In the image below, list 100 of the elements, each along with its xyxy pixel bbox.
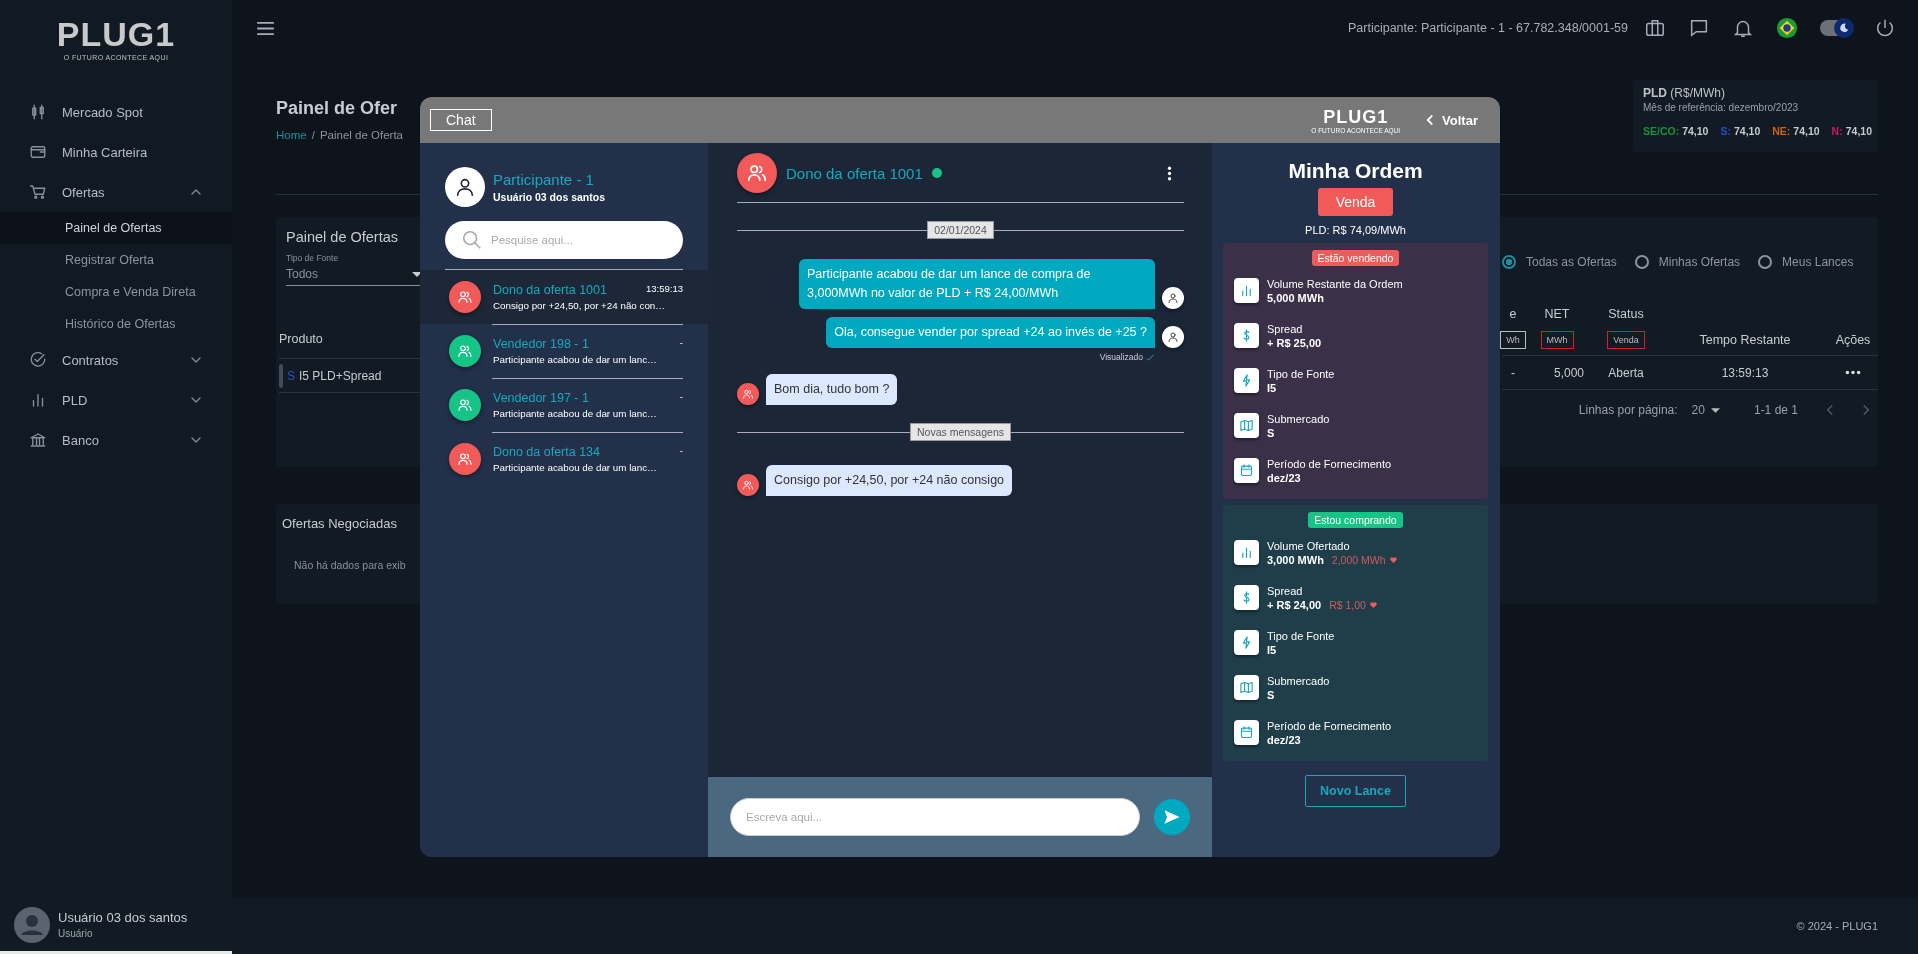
user-role: Usuário [58, 928, 94, 939]
nav-item[interactable]: Ofertas [0, 172, 232, 212]
field-value: S [1267, 426, 1275, 439]
menu-icon[interactable] [257, 21, 274, 35]
nav-subitem[interactable]: Histórico de Ofertas [0, 308, 232, 340]
region-label: N: [1831, 125, 1843, 137]
pld-price: PLD: R$ 74,09/MWh [1305, 224, 1406, 236]
message-field[interactable]: Escreva aqui... [730, 798, 1140, 836]
lightning-icon [1234, 630, 1259, 655]
status-badge: Estou comprando [1308, 512, 1403, 528]
heart-icon [1389, 556, 1397, 563]
filter-label: Tipo de Fonte [286, 253, 340, 263]
conversation-item[interactable]: Dono da oferta 134 - Participante acabou de dar um lanc… [420, 432, 708, 486]
order-side-badge: Venda [1317, 188, 1394, 216]
nav-subitem[interactable]: Compra e Venda Direta [0, 276, 232, 308]
power-icon[interactable] [1874, 17, 1896, 39]
conversation-item[interactable]: Dono da oferta 1001 13:59:13 Consigo por +24,50, por +24 não con… [420, 270, 708, 324]
field-label: Volume Ofertado [1267, 539, 1351, 552]
field-label: Volume Restante da Ordem [1267, 277, 1403, 290]
chevron-left-icon [1426, 114, 1435, 126]
card-title: Painel de Ofertas [286, 229, 400, 245]
field-label: Tipo de Fonte [1267, 367, 1335, 380]
field-label: Spread [1267, 322, 1304, 335]
table-cell: 5,000 [1524, 356, 1590, 390]
more-icon[interactable] [1845, 370, 1861, 375]
profile-avatar [445, 167, 485, 207]
field-value: 5,000 MWh [1267, 291, 1324, 304]
nav-item[interactable]: PLD [0, 380, 232, 420]
conversation-item[interactable]: Vendedor 198 - 1 - Participante acabou de dar um lanc… [420, 324, 708, 378]
dialog-title: Chat [430, 109, 492, 131]
moon-icon [1838, 22, 1850, 34]
search-field[interactable]: Pesquise aqui... [445, 221, 683, 259]
bank-icon [29, 431, 47, 449]
check-icon [29, 351, 47, 369]
breadcrumb-link[interactable]: Home [276, 129, 307, 141]
check-icon [1146, 353, 1154, 361]
heart-icon [1369, 601, 1377, 608]
order-title: Minha Ordem [1288, 159, 1423, 183]
unit-tag: Venda [1607, 331, 1645, 349]
nav-subitem[interactable]: Registrar Oferta [0, 244, 232, 276]
region-value: 74,10 [1845, 125, 1872, 137]
logo: PLUG1 [1323, 106, 1389, 127]
user-avatar [1162, 287, 1184, 309]
radio-label: Todas as Ofertas [1526, 255, 1617, 269]
pld-title: PLD (R$/MWh) [1643, 86, 1726, 100]
back-button[interactable]: Voltar [1420, 111, 1484, 129]
new-messages-separator: Novas mensagens [910, 423, 1011, 441]
nav-item[interactable]: Minha Carteira [0, 132, 232, 172]
column-header: NET [1544, 307, 1570, 321]
chat-icon[interactable] [1688, 17, 1710, 39]
user-name: Usuário 03 dos santos [58, 910, 188, 925]
field-value: I5 [1267, 381, 1277, 394]
nav-item[interactable]: Contratos [0, 340, 232, 380]
nav-item[interactable]: Mercado Spot [0, 92, 232, 132]
nav-item[interactable]: Banco [0, 420, 232, 460]
logo: PLUG1 [56, 14, 176, 54]
user-avatar [1162, 326, 1184, 348]
flag-icon[interactable] [1776, 17, 1798, 39]
unit-tag: MWh [1540, 331, 1574, 349]
received-message: Consigo por +24,50, por +24 não consigo [766, 465, 1013, 496]
conversation-item[interactable]: Vendedor 197 - 1 - Participante acabou de dar um lanc… [420, 378, 708, 432]
calendar-icon [1234, 720, 1259, 745]
column-header: Status [1608, 307, 1644, 321]
theme-toggle[interactable] [1820, 20, 1852, 36]
lightning-icon [1234, 368, 1259, 393]
radio-button[interactable] [1758, 255, 1773, 269]
empty-message: Não há dados para exib [294, 559, 406, 571]
radio-button[interactable] [1634, 255, 1649, 269]
search-icon [461, 229, 483, 251]
field-label: Spread [1267, 584, 1304, 597]
column-header: Ações [1835, 333, 1871, 347]
briefcase-icon[interactable] [1644, 17, 1666, 39]
radio-button[interactable] [1502, 255, 1516, 269]
table-cell: 13:59:13 [1662, 356, 1828, 390]
send-button[interactable] [1154, 799, 1190, 835]
region-label: SE/CO: [1643, 125, 1680, 137]
map-icon [1234, 675, 1259, 700]
copyright: © 2024 - PLUG1 [1796, 920, 1878, 932]
caret-icon [1710, 407, 1720, 413]
field-value: I5 [1267, 643, 1277, 656]
radio-label: Meus Lances [1782, 255, 1854, 269]
nav-subitem[interactable]: Painel de Ofertas [0, 212, 232, 244]
participant-name: Participante - 1 [493, 171, 595, 188]
rows-per-page-select[interactable]: 20 [1691, 403, 1720, 417]
region-label: S: [1720, 125, 1731, 137]
region-label: NE: [1772, 125, 1791, 137]
group-avatar [737, 383, 759, 405]
field-value: + R$ 24,00 [1267, 598, 1322, 611]
region-value: 74,10 [1733, 125, 1761, 137]
date-separator: 02/01/2024 [927, 221, 994, 239]
cart-icon [29, 183, 47, 201]
field-label: Período de Fornecimento [1267, 719, 1392, 732]
more-icon[interactable] [1167, 165, 1172, 181]
field-value: S [1267, 688, 1275, 701]
field-label: Submercado [1267, 412, 1330, 425]
new-bid-button[interactable]: Novo Lance [1305, 775, 1406, 807]
page-range: 1-1 de 1 [1753, 403, 1798, 417]
region-value: 74,10 [1793, 125, 1820, 137]
reference-month: Mês de referência: dezembro/2023 [1643, 102, 1800, 113]
field-label: Período de Fornecimento [1267, 457, 1392, 470]
